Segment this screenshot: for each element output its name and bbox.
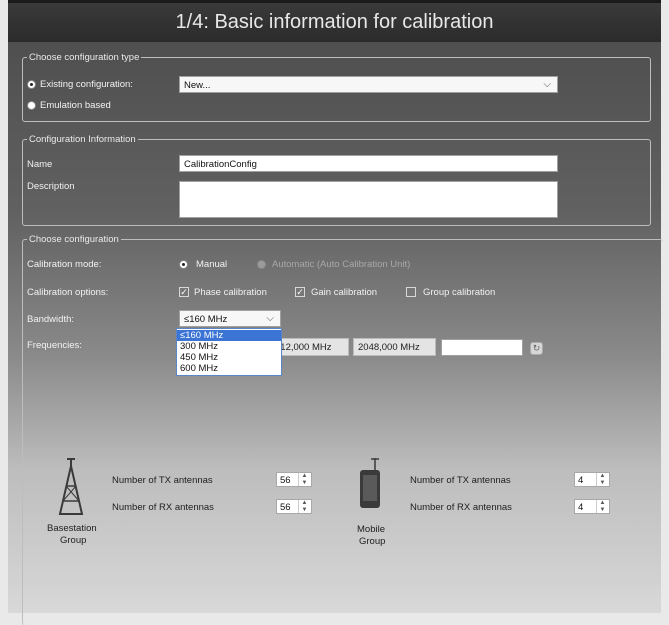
name-label: Name — [27, 159, 53, 170]
stepper-up-icon[interactable]: ▲ — [597, 473, 608, 479]
chevron-down-icon: ⌵ — [266, 313, 274, 324]
basestation-label-line2: Group — [60, 535, 87, 546]
config-info-legend: Configuration Information — [29, 134, 136, 145]
bandwidth-option[interactable]: 450 MHz — [177, 352, 281, 363]
stepper-buttons: ▲ ▼ — [596, 500, 609, 513]
config-type-legend: Choose configuration type — [29, 52, 140, 63]
basestation-tower-icon — [58, 458, 84, 515]
main-panel: Choose configuration type Existing confi… — [8, 42, 663, 625]
chevron-down-icon: ⌵ — [543, 79, 551, 90]
stepper-down-icon[interactable]: ▼ — [597, 480, 608, 486]
bandwidth-option[interactable]: 600 MHz — [177, 363, 281, 374]
basestation-rx-stepper[interactable]: 56 ▲ ▼ — [276, 499, 312, 514]
stepper-up-icon[interactable]: ▲ — [299, 500, 310, 506]
frequency-input[interactable] — [441, 339, 523, 356]
refresh-icon[interactable]: ↻ — [530, 342, 543, 355]
mobile-rx-stepper[interactable]: 4 ▲ ▼ — [574, 499, 610, 514]
bandwidth-label: Bandwidth: — [27, 314, 75, 325]
basestation-rx-label: Number of RX antennas — [112, 502, 214, 513]
gain-calibration-checkbox[interactable]: ✓ — [295, 287, 305, 297]
frequencies-label: Frequencies: — [27, 340, 82, 351]
phase-calibration-label: Phase calibration — [194, 287, 267, 298]
description-label: Description — [27, 181, 75, 192]
bandwidth-value: ≤160 MHz — [184, 314, 228, 325]
basestation-tx-label: Number of TX antennas — [112, 475, 213, 486]
bandwidth-option[interactable]: 300 MHz — [177, 341, 281, 352]
emulation-label: Emulation based — [40, 100, 111, 111]
existing-config-select[interactable]: New... ⌵ — [179, 76, 558, 93]
mobile-tx-label: Number of TX antennas — [410, 475, 511, 486]
mobile-tx-value: 4 — [578, 475, 584, 486]
stepper-down-icon[interactable]: ▼ — [597, 507, 608, 513]
group-calibration-label: Group calibration — [423, 287, 496, 298]
stepper-buttons: ▲ ▼ — [298, 473, 311, 486]
basestation-tx-value: 56 — [280, 475, 291, 486]
basestation-rx-value: 56 — [280, 502, 291, 513]
stepper-up-icon[interactable]: ▲ — [597, 500, 608, 506]
stepper-buttons: ▲ ▼ — [298, 500, 311, 513]
description-field[interactable] — [179, 181, 558, 218]
automatic-label: Automatic (Auto Calibration Unit) — [272, 259, 411, 270]
frequency-chip-2[interactable]: 2048,000 MHz — [353, 338, 436, 356]
bandwidth-dropdown-list: ≤160 MHz 300 MHz 450 MHz 600 MHz — [176, 328, 282, 376]
emulation-radio[interactable] — [27, 101, 36, 110]
gain-calibration-label: Gain calibration — [311, 287, 378, 298]
calibration-options-label: Calibration options: — [27, 287, 109, 298]
mobile-tx-stepper[interactable]: 4 ▲ ▼ — [574, 472, 610, 487]
basestation-label-line1: Basestation — [47, 523, 97, 534]
calibration-mode-label: Calibration mode: — [27, 259, 102, 270]
bandwidth-option[interactable]: ≤160 MHz — [177, 330, 281, 341]
choose-config-legend: Choose configuration — [29, 234, 119, 245]
bandwidth-select[interactable]: ≤160 MHz ⌵ — [179, 310, 281, 327]
mobile-rx-value: 4 — [578, 502, 584, 513]
automatic-radio[interactable] — [257, 260, 266, 269]
existing-config-value: New... — [184, 80, 211, 91]
phase-calibration-checkbox[interactable]: ✓ — [179, 287, 189, 297]
manual-label: Manual — [196, 259, 228, 270]
title-bar: 1/4: Basic information for calibration — [8, 0, 661, 45]
mobile-label-line2: Group — [359, 536, 386, 547]
stepper-down-icon[interactable]: ▼ — [299, 507, 310, 513]
stepper-up-icon[interactable]: ▲ — [299, 473, 310, 479]
basestation-tx-stepper[interactable]: 56 ▲ ▼ — [276, 472, 312, 487]
existing-config-label: Existing configuration: — [40, 79, 133, 90]
group-calibration-checkbox[interactable] — [406, 287, 416, 297]
page-title: 1/4: Basic information for calibration — [175, 11, 494, 33]
mobile-rx-label: Number of RX antennas — [410, 502, 512, 513]
mobile-label-line1: Mobile — [357, 524, 385, 535]
manual-radio[interactable] — [179, 260, 188, 269]
stepper-buttons: ▲ ▼ — [596, 473, 609, 486]
existing-config-radio[interactable] — [27, 80, 36, 89]
stepper-down-icon[interactable]: ▼ — [299, 480, 310, 486]
mobile-phone-icon — [360, 458, 380, 508]
name-field[interactable]: CalibrationConfig — [179, 155, 558, 172]
